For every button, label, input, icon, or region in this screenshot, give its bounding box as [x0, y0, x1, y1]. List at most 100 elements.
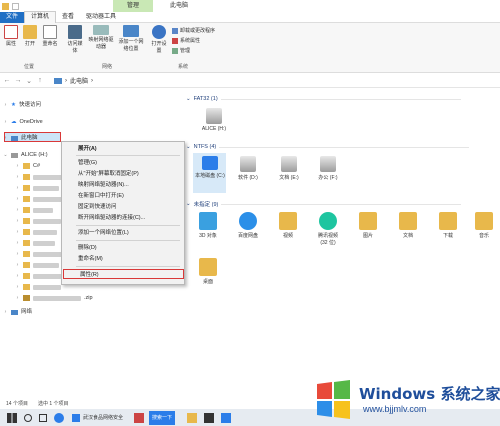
add-network-location-button[interactable]: 添加一个网络位置 — [118, 23, 144, 52]
edge-icon[interactable] — [54, 412, 64, 423]
nav-zip-file[interactable]: › .zip — [15, 293, 93, 303]
manage-item[interactable]: 管理 — [172, 47, 190, 54]
up-icon[interactable]: ↑ — [36, 77, 44, 84]
section-ntfs[interactable]: ⌄ NTFS (4) — [186, 144, 470, 150]
chevron-right-icon[interactable]: › — [15, 249, 20, 259]
nav-alice-drive[interactable]: ⌄ ALICE (H:) — [3, 150, 47, 160]
nav-folder[interactable]: › — [15, 216, 61, 226]
dropdown-icon[interactable] — [22, 3, 26, 10]
nav-folder[interactable]: › — [15, 194, 65, 204]
chevron-right-icon[interactable]: › — [15, 161, 20, 171]
folder-icon[interactable] — [2, 2, 9, 10]
chevron-right-icon[interactable]: › — [3, 307, 8, 317]
quick-access-toolbar[interactable] — [2, 1, 26, 11]
windows-start-icon[interactable] — [7, 412, 17, 423]
tab-file[interactable]: 文件 — [0, 11, 24, 23]
nav-network[interactable]: › 网络 — [3, 307, 32, 317]
section-unspecified[interactable]: ⌄ 未指定 (9) — [186, 200, 462, 208]
menu-rename[interactable]: 重命名(M) — [62, 254, 184, 264]
drive-d[interactable]: 软件 (D:) — [228, 156, 268, 181]
drive-c[interactable]: 本地磁盘 (C:) — [190, 156, 230, 179]
file-explorer-icon[interactable] — [187, 412, 198, 423]
menu-pin-quick-access[interactable]: 固定到快速访问 — [62, 202, 184, 212]
menu-add-location[interactable]: 添加一个网络位置(L) — [62, 228, 184, 238]
chevron-right-icon[interactable]: › — [15, 194, 20, 204]
search-icon[interactable] — [24, 413, 32, 422]
chevron-down-icon[interactable]: ⌄ — [25, 77, 33, 85]
tab-view[interactable]: 查看 — [56, 12, 80, 23]
section-fat32[interactable]: ⌄ FAT32 (1) — [186, 96, 461, 102]
nav-onedrive[interactable]: › ☁ OneDrive — [3, 117, 43, 127]
chevron-down-icon[interactable]: ⌄ — [3, 150, 8, 160]
breadcrumb-this-pc[interactable]: 此电脑 — [70, 76, 88, 85]
menu-unpin-start[interactable]: 从"开始"屏幕取消固定(P) — [62, 169, 184, 179]
chevron-right-icon[interactable]: › — [15, 183, 20, 193]
chevron-right-icon[interactable]: › — [3, 133, 8, 143]
nav-folder[interactable]: › — [15, 183, 59, 193]
open-settings-button[interactable]: 打开设置 — [150, 23, 168, 54]
nav-this-pc[interactable]: › 此电脑 — [3, 133, 38, 143]
nav-folder[interactable]: › — [15, 205, 53, 215]
breadcrumb[interactable]: › 此电脑 › — [54, 76, 93, 85]
folder-3d-objects[interactable]: 3D 对象 — [188, 212, 228, 239]
chevron-down-icon[interactable]: ⌄ — [186, 144, 191, 150]
folder-desktop[interactable]: 桌面 — [188, 258, 228, 285]
chevron-right-icon[interactable]: › — [15, 271, 20, 281]
properties-button[interactable]: 属性 — [3, 23, 19, 47]
drive-f[interactable]: 办公 (F:) — [308, 156, 348, 181]
folder-baidu-netdisk[interactable]: 百度网盘 — [228, 212, 268, 239]
menu-expand[interactable]: 展开(A) — [62, 144, 184, 154]
nav-quick-access[interactable]: › ★ 快速访问 — [3, 100, 41, 110]
app-icon[interactable] — [221, 412, 232, 423]
folder-videos[interactable]: 视频 — [268, 212, 308, 239]
folder-music[interactable]: 音乐 — [464, 212, 500, 239]
menu-open-new-window[interactable]: 在新窗口中打开(E) — [62, 191, 184, 201]
chevron-right-icon[interactable]: › — [15, 227, 20, 237]
taskbar-search-button[interactable]: 搜索一下 — [149, 410, 176, 425]
task-view-icon[interactable] — [39, 413, 47, 422]
nav-folder[interactable]: › — [15, 227, 57, 237]
chevron-right-icon[interactable]: › — [15, 260, 20, 270]
drive-alice[interactable]: ALICE (H:) — [194, 108, 234, 132]
app-icon[interactable] — [134, 412, 145, 423]
chevron-right-icon[interactable]: › — [15, 282, 20, 292]
chevron-right-icon[interactable]: › — [15, 293, 20, 303]
menu-map-drive[interactable]: 映射网络驱动器(N)... — [62, 180, 184, 190]
forward-icon[interactable]: → — [14, 77, 22, 84]
store-icon[interactable] — [204, 412, 215, 423]
taskbar-item[interactable]: 武汉食品网络安全 — [69, 411, 126, 425]
menu-properties[interactable]: 属性(R) — [63, 269, 184, 279]
chevron-right-icon[interactable]: › — [15, 216, 20, 226]
menu-manage[interactable]: 管理(G) — [62, 158, 184, 168]
manage-contextual-tab[interactable]: 管理 — [113, 0, 153, 12]
folder-tencent-video[interactable]: 腾讯视频 (32 位) — [308, 212, 348, 246]
menu-delete[interactable]: 删除(D) — [62, 243, 184, 253]
drive-e[interactable]: 文档 (E:) — [269, 156, 309, 181]
system-properties-item[interactable]: 系统属性 — [172, 37, 200, 44]
chevron-right-icon[interactable]: › — [15, 205, 20, 215]
rename-button[interactable]: 重命名 — [41, 23, 59, 47]
nav-folder-csharp[interactable]: › C# — [15, 161, 40, 171]
nav-folder[interactable]: › — [15, 271, 67, 281]
map-drive-button[interactable]: 映射网络驱动器 — [88, 23, 114, 50]
folder-documents[interactable]: 文档 — [388, 212, 428, 239]
chevron-right-icon[interactable]: › — [3, 117, 8, 127]
nav-folder[interactable]: › — [15, 282, 61, 292]
open-button[interactable]: 打开 — [22, 23, 38, 47]
folder-pictures[interactable]: 图片 — [348, 212, 388, 239]
menu-disconnect[interactable]: 断开网络驱动器的连接(C)... — [62, 213, 184, 223]
checkbox-icon[interactable] — [12, 2, 19, 10]
chevron-right-icon[interactable]: › — [3, 100, 8, 110]
nav-folder[interactable]: › — [15, 249, 63, 259]
folder-downloads[interactable]: 下载 — [428, 212, 468, 239]
back-icon[interactable]: ← — [3, 77, 11, 84]
chevron-right-icon[interactable]: › — [15, 172, 20, 182]
access-media-button[interactable]: 访问媒体 — [66, 23, 84, 54]
nav-folder[interactable]: › — [15, 172, 63, 182]
chevron-down-icon[interactable]: ⌄ — [186, 96, 191, 102]
nav-folder[interactable]: › — [15, 260, 59, 270]
tab-computer[interactable]: 计算机 — [24, 11, 57, 23]
chevron-down-icon[interactable]: ⌄ — [186, 201, 191, 207]
tab-drive-tools[interactable]: 驱动器工具 — [80, 12, 122, 23]
nav-folder[interactable]: › — [15, 238, 55, 248]
